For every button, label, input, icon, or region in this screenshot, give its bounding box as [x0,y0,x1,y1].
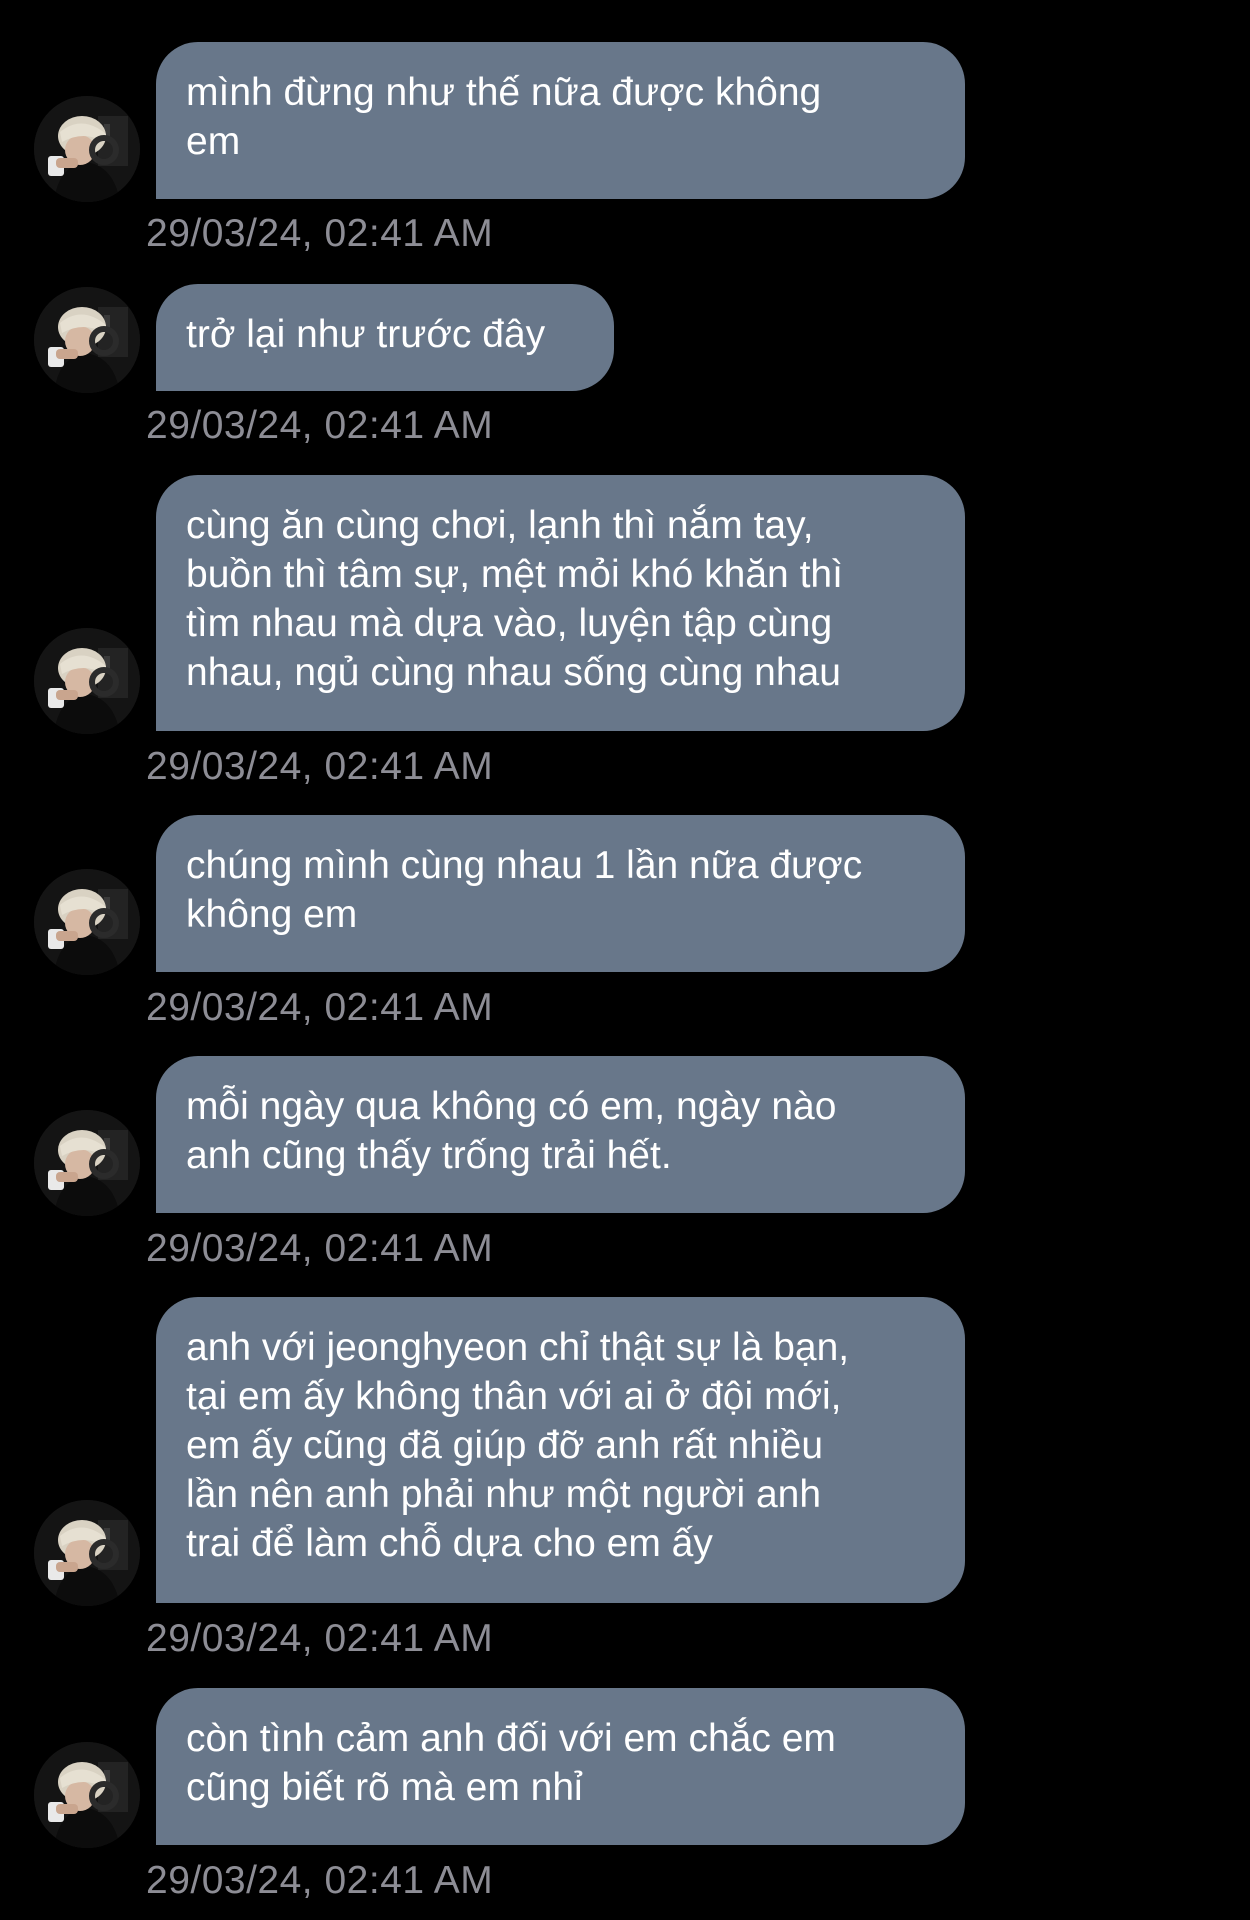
message-bubble[interactable]: cùng ăn cùng chơi, lạnh thì nắm tay, buồ… [156,475,965,731]
message-bubble[interactable]: mình đừng như thế nữa được không em [156,42,965,199]
message-timestamp: 29/03/24, 02:41 AM [146,986,494,1029]
message-timestamp: 29/03/24, 02:41 AM [146,404,494,447]
avatar[interactable] [34,287,140,393]
message-timestamp: 29/03/24, 02:41 AM [146,745,494,788]
message-bubble[interactable]: anh với jeonghyeon chỉ thật sự là bạn, t… [156,1297,965,1603]
message-bubble[interactable]: chúng mình cùng nhau 1 lần nữa được khôn… [156,815,965,972]
message-timestamp: 29/03/24, 02:41 AM [146,1227,494,1270]
avatar[interactable] [34,869,140,975]
avatar[interactable] [34,628,140,734]
avatar[interactable] [34,96,140,202]
message-timestamp: 29/03/24, 02:41 AM [146,1617,494,1660]
avatar[interactable] [34,1110,140,1216]
message-bubble[interactable]: còn tình cảm anh đối với em chắc em cũng… [156,1688,965,1845]
message-timestamp: 29/03/24, 02:41 AM [146,1859,494,1902]
message-bubble[interactable]: mỗi ngày qua không có em, ngày nào anh c… [156,1056,965,1213]
avatar[interactable] [34,1500,140,1606]
message-timestamp: 29/03/24, 02:41 AM [146,212,494,255]
avatar[interactable] [34,1742,140,1848]
message-bubble[interactable]: trở lại như trước đây [156,284,614,391]
